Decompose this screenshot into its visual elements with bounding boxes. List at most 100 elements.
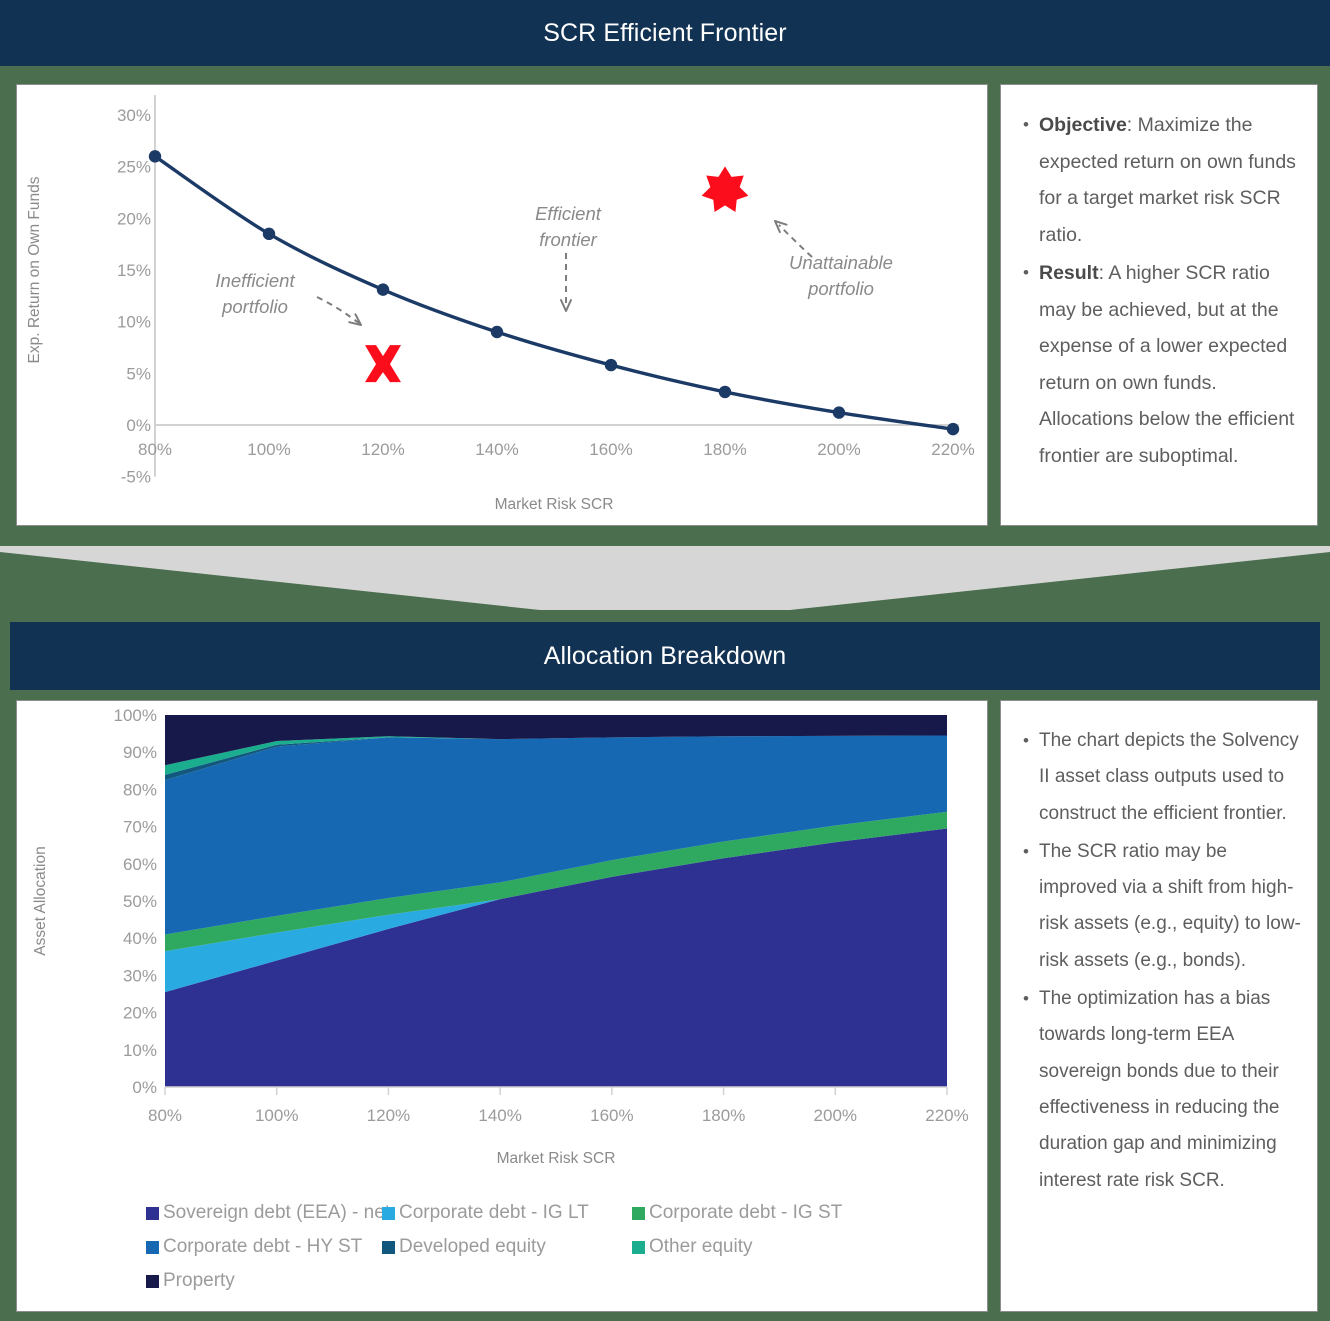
x-axis-tick-label: 100%	[255, 1106, 298, 1125]
data-point-marker	[262, 227, 276, 241]
legend-item[interactable]: Sovereign debt (EEA) - net	[146, 1202, 390, 1224]
data-point-marker	[832, 406, 846, 419]
x-axis-tick-label: 180%	[702, 1106, 745, 1125]
chart-annotation: Unattainable	[789, 252, 893, 273]
x-axis-tick-label: 200%	[814, 1106, 857, 1125]
x-axis-tick-label: 140%	[475, 440, 518, 459]
bullet-icon: •	[1023, 731, 1029, 750]
legend-label: Sovereign debt (EEA) - net	[163, 1202, 391, 1223]
bullet-icon: •	[1023, 263, 1029, 282]
data-point-marker	[148, 150, 162, 163]
y-axis-tick-label: 5%	[126, 364, 151, 383]
y-axis-tick-label: 15%	[117, 261, 151, 280]
allocation-breakdown-chart: 0% 10% 20% 30% 40% 50% 60% 70% 80% 90% 100% 80% 100%…	[32, 706, 969, 1167]
x-axis-tick-label: 180%	[703, 440, 746, 459]
chart-annotation: portfolio	[807, 278, 874, 299]
efficient-frontier-chart: -5% 0% 5% 10% 15% 20% 25% 30% 80% 100% 120% 140% 160…	[26, 95, 975, 513]
y-axis-tick-label: 25%	[117, 158, 151, 177]
bullet-icon: •	[1023, 989, 1029, 1009]
x-axis-title: Market Risk SCR	[497, 1150, 616, 1167]
y-axis-tick-label: 30%	[117, 106, 151, 125]
legend-swatch-icon	[146, 1206, 159, 1220]
allocation-legend: Sovereign debt (EEA) - net Corporate debt…	[146, 1202, 886, 1304]
note-text: Objective: Maximize the expected return …	[1039, 114, 1296, 246]
chart-annotation: Efficient	[535, 203, 602, 224]
unattainable-portfolio-marker	[701, 166, 749, 213]
data-point-marker	[490, 325, 504, 339]
legend-swatch-icon	[146, 1274, 159, 1288]
section-2-header: Allocation Breakdown	[10, 622, 1320, 690]
legend-swatch-icon	[632, 1206, 645, 1220]
bullet-icon: •	[1023, 841, 1029, 861]
y-axis-tick-label: 80%	[123, 780, 157, 799]
notes-list-1: • Objective: Maximize the expected return…	[1001, 85, 1317, 486]
note-text: Result: A higher SCR ratio may be achiev…	[1039, 262, 1295, 467]
y-axis-title: Exp. Return on Own Funds	[26, 176, 43, 363]
legend-item[interactable]: Corporate debt - HY ST	[146, 1236, 382, 1258]
bullet-icon: •	[1023, 115, 1029, 134]
section-1-header: SCR Efficient Frontier	[0, 0, 1330, 66]
x-axis-tick-label: 220%	[925, 1106, 968, 1125]
chart-annotation: Inefficient	[215, 270, 295, 291]
y-axis-tick-label: 20%	[117, 209, 151, 228]
legend-swatch-icon	[382, 1206, 395, 1220]
x-axis-tick-label: 160%	[590, 1106, 633, 1125]
note-item: • Result: A higher SCR ratio may be achie…	[1013, 255, 1301, 474]
y-axis-tick-label: 40%	[123, 929, 157, 948]
note-text: The chart depicts the Solvency II asset …	[1039, 730, 1299, 824]
legend-label: Corporate debt - IG ST	[649, 1202, 843, 1223]
y-axis-tick-label: 70%	[123, 818, 157, 837]
legend-item[interactable]: Property	[146, 1270, 382, 1292]
data-point-marker	[946, 422, 960, 436]
y-axis-tick-label: 20%	[123, 1004, 157, 1023]
efficient-frontier-chart-card: -5% 0% 5% 10% 15% 20% 25% 30% 80% 100% 120% 140% 160…	[16, 84, 988, 526]
x-axis-tick-label: 200%	[817, 440, 860, 459]
chart-annotation: frontier	[539, 229, 597, 250]
chart-annotation: portfolio	[221, 296, 288, 317]
legend-swatch-icon	[146, 1240, 159, 1254]
annotation-arrow	[316, 296, 360, 324]
note-item: • The chart depicts the Solvency II asset…	[1013, 723, 1301, 832]
legend-item[interactable]: Developed equity	[382, 1236, 632, 1258]
notes-list-2: • The chart depicts the Solvency II asset…	[1001, 701, 1317, 1211]
note-text: The SCR ratio may be improved via a shif…	[1039, 840, 1301, 971]
note-item: • Objective: Maximize the expected return…	[1013, 107, 1301, 253]
x-axis-tick-label: 120%	[361, 440, 404, 459]
legend-label: Corporate debt - HY ST	[163, 1236, 363, 1257]
x-axis-tick-label: 80%	[148, 1106, 182, 1125]
x-axis-tick-label: 160%	[589, 440, 632, 459]
y-axis-tick-label: 0%	[126, 416, 151, 435]
data-point-marker	[718, 385, 732, 399]
y-axis-tick-label: 100%	[114, 706, 157, 725]
note-emphasis: Result	[1039, 262, 1099, 284]
section-1-title: SCR Efficient Frontier	[543, 18, 787, 47]
legend-item[interactable]: Corporate debt - IG ST	[632, 1202, 886, 1224]
y-axis-tick-label: 10%	[123, 1041, 157, 1060]
legend-row: Corporate debt - HY ST Developed equity Ot…	[146, 1236, 886, 1258]
legend-item[interactable]: Corporate debt - IG LT	[382, 1202, 632, 1224]
efficient-frontier-notes-card: • Objective: Maximize the expected return…	[1000, 84, 1318, 526]
legend-item[interactable]: Other equity	[632, 1236, 886, 1258]
legend-label: Developed equity	[399, 1236, 546, 1257]
x-axis-tick-label: 140%	[478, 1106, 521, 1125]
data-point-marker	[604, 358, 618, 372]
y-axis-tick-label: 90%	[123, 743, 157, 762]
y-axis-tick-label: 50%	[123, 892, 157, 911]
x-axis-title: Market Risk SCR	[495, 496, 614, 513]
note-item: • The optimization has a bias towards lon…	[1013, 981, 1301, 1199]
inefficient-portfolio-marker	[365, 345, 401, 383]
section-divider	[0, 534, 1330, 618]
legend-row: Sovereign debt (EEA) - net Corporate debt…	[146, 1202, 886, 1224]
chevron-down-icon	[0, 546, 1330, 610]
x-axis-tick-label: 100%	[247, 440, 290, 459]
legend-label: Other equity	[649, 1236, 753, 1257]
x-axis-tick-label: 120%	[367, 1106, 410, 1125]
legend-label: Property	[163, 1270, 235, 1291]
y-axis-title: Asset Allocation	[32, 846, 49, 955]
note-item: • The SCR ratio may be improved via a shi…	[1013, 834, 1301, 979]
data-point-marker	[376, 283, 390, 296]
allocation-breakdown-notes-card: • The chart depicts the Solvency II asset…	[1000, 700, 1318, 1312]
y-axis-tick-label: 30%	[123, 966, 157, 985]
x-axis-tick-label: 80%	[138, 440, 172, 459]
legend-row: Property	[146, 1270, 886, 1292]
